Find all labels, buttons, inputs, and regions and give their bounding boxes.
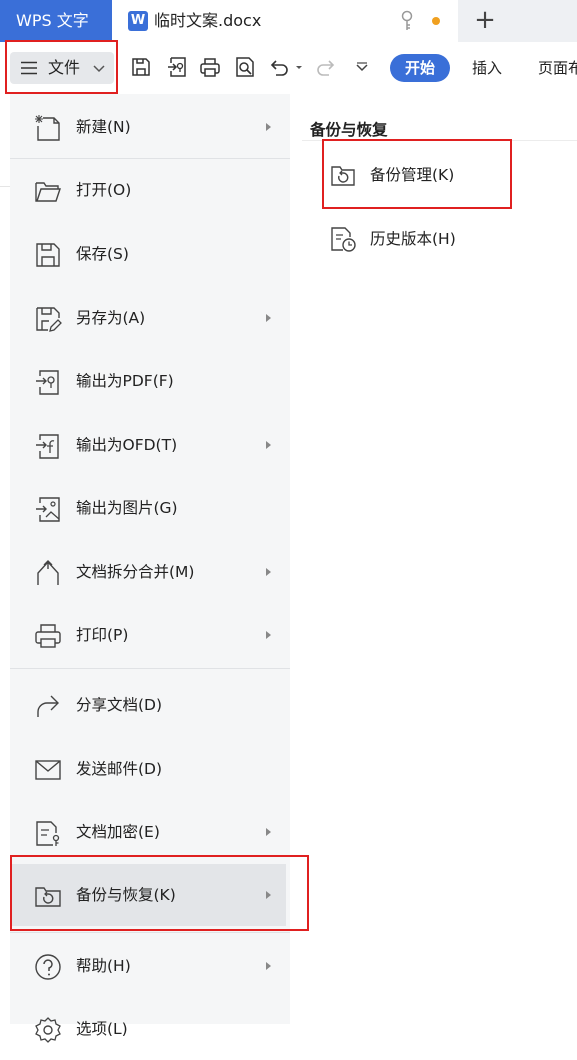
split-merge-icon <box>34 559 62 587</box>
menu-item-label: 分享文档(D) <box>76 696 163 714</box>
save-as-icon <box>34 305 62 333</box>
file-menu-button[interactable]: 文件 <box>10 52 114 84</box>
menu-item-label: 打开(O) <box>76 181 132 199</box>
more-dropdown-icon[interactable] <box>354 56 370 78</box>
undo-icon[interactable] <box>268 56 290 78</box>
menu-item-label: 打印(P) <box>76 626 129 644</box>
submenu-title: 备份与恢复 <box>310 121 388 139</box>
menu-item-split-merge[interactable]: 文档拆分合并(M) <box>10 541 290 603</box>
document-tab[interactable]: W 临时文案.docx <box>112 0 458 42</box>
submenu-item-label: 备份管理(K) <box>370 166 455 184</box>
document-name: 临时文案.docx <box>154 11 262 30</box>
backup-restore-icon <box>34 882 62 910</box>
submenu-arrow-icon <box>266 962 271 970</box>
menu-item-encrypt[interactable]: 文档加密(E) <box>10 801 290 863</box>
options-icon <box>34 1016 62 1044</box>
submenu-arrow-icon <box>266 828 271 836</box>
export-pdf-icon <box>34 368 62 396</box>
submenu-arrow-icon <box>266 441 271 449</box>
folder-open-icon <box>34 177 62 205</box>
menu-item-help[interactable]: 帮助(H) <box>10 935 290 997</box>
submenu-arrow-icon <box>266 891 271 899</box>
submenu-arrow-icon <box>266 568 271 576</box>
export-pdf-icon[interactable] <box>166 56 188 78</box>
title-tab-bar: WPS 文字 W 临时文案.docx + <box>0 0 577 42</box>
menu-item-label: 文档加密(E) <box>76 823 160 841</box>
menu-item-save[interactable]: 保存(S) <box>10 223 290 285</box>
export-image-icon <box>34 495 62 523</box>
menu-item-label: 另存为(A) <box>76 309 146 327</box>
print-icon[interactable] <box>199 56 221 78</box>
tab-page-layout[interactable]: 页面布 <box>538 54 577 82</box>
menu-item-options[interactable]: 选项(L) <box>10 998 290 1060</box>
tab-start[interactable]: 开始 <box>390 54 450 82</box>
app-tab-wps-writer[interactable]: WPS 文字 <box>0 0 112 42</box>
menu-item-export-ofd[interactable]: 输出为OFD(T) <box>10 414 290 476</box>
menu-divider <box>10 932 290 933</box>
submenu-item-backup-manage[interactable]: 备份管理(K) <box>292 144 577 204</box>
share-icon <box>34 692 62 720</box>
menu-item-send-mail[interactable]: 发送邮件(D) <box>10 738 290 800</box>
save-icon[interactable] <box>130 56 152 78</box>
key-icon[interactable] <box>400 10 414 32</box>
help-icon <box>34 953 62 981</box>
submenu-arrow-icon <box>266 123 271 131</box>
new-doc-icon <box>34 114 62 142</box>
menu-item-label: 输出为PDF(F) <box>76 372 174 390</box>
menu-item-open[interactable]: 打开(O) <box>10 159 290 221</box>
submenu-arrow-icon <box>266 314 271 322</box>
menu-item-label: 输出为图片(G) <box>76 499 178 517</box>
quick-toolbar: 文件 开始 插入 页面布 <box>0 42 577 94</box>
unsaved-dot-icon <box>432 17 440 25</box>
menu-item-export-image[interactable]: 输出为图片(G) <box>10 477 290 539</box>
document-margin <box>0 94 10 1024</box>
menu-item-save-as[interactable]: 另存为(A) <box>10 287 290 349</box>
redo-icon[interactable] <box>315 56 337 78</box>
menu-item-label: 输出为OFD(T) <box>76 436 178 454</box>
menu-item-backup-restore[interactable]: 备份与恢复(K) <box>10 864 286 926</box>
submenu-arrow-icon <box>266 631 271 639</box>
menu-item-share[interactable]: 分享文档(D) <box>10 674 290 736</box>
menu-item-print[interactable]: 打印(P) <box>10 604 290 666</box>
menu-item-label: 新建(N) <box>76 118 131 136</box>
print-icon <box>34 622 62 650</box>
submenu-item-history-version[interactable]: 历史版本(H) <box>292 208 577 268</box>
encrypt-icon <box>34 819 62 847</box>
menu-item-label: 选项(L) <box>76 1020 128 1038</box>
hamburger-menu-icon <box>20 61 38 75</box>
backup-manage-icon <box>330 162 356 188</box>
undo-dropdown-icon[interactable] <box>294 56 304 78</box>
menu-item-label: 文档拆分合并(M) <box>76 563 195 581</box>
history-version-icon <box>330 226 356 252</box>
backup-restore-submenu: 备份与恢复 备份管理(K) 历史版本(H) <box>292 94 577 1024</box>
menu-divider <box>10 668 290 669</box>
menu-item-label: 帮助(H) <box>76 957 131 975</box>
new-tab-plus-icon[interactable]: + <box>470 6 500 36</box>
export-ofd-icon <box>34 432 62 460</box>
mail-icon <box>34 756 62 784</box>
wps-writer-doc-icon: W <box>128 11 148 31</box>
file-menu-label: 文件 <box>48 58 81 77</box>
menu-item-label: 备份与恢复(K) <box>76 886 176 904</box>
menu-item-export-pdf[interactable]: 输出为PDF(F) <box>10 350 290 412</box>
submenu-item-label: 历史版本(H) <box>370 230 456 248</box>
menu-item-new[interactable]: 新建(N) <box>10 96 290 158</box>
menu-item-label: 保存(S) <box>76 245 129 263</box>
save-icon <box>34 241 62 269</box>
chevron-down-icon <box>92 61 106 75</box>
menu-item-label: 发送邮件(D) <box>76 760 163 778</box>
file-menu-panel: 新建(N) 打开(O) 保存(S) 另存为(A) 输出为PDF(F) 输出为OF… <box>10 94 290 1043</box>
print-preview-icon[interactable] <box>234 56 256 78</box>
tab-insert[interactable]: 插入 <box>472 54 502 82</box>
submenu-divider <box>302 140 577 141</box>
